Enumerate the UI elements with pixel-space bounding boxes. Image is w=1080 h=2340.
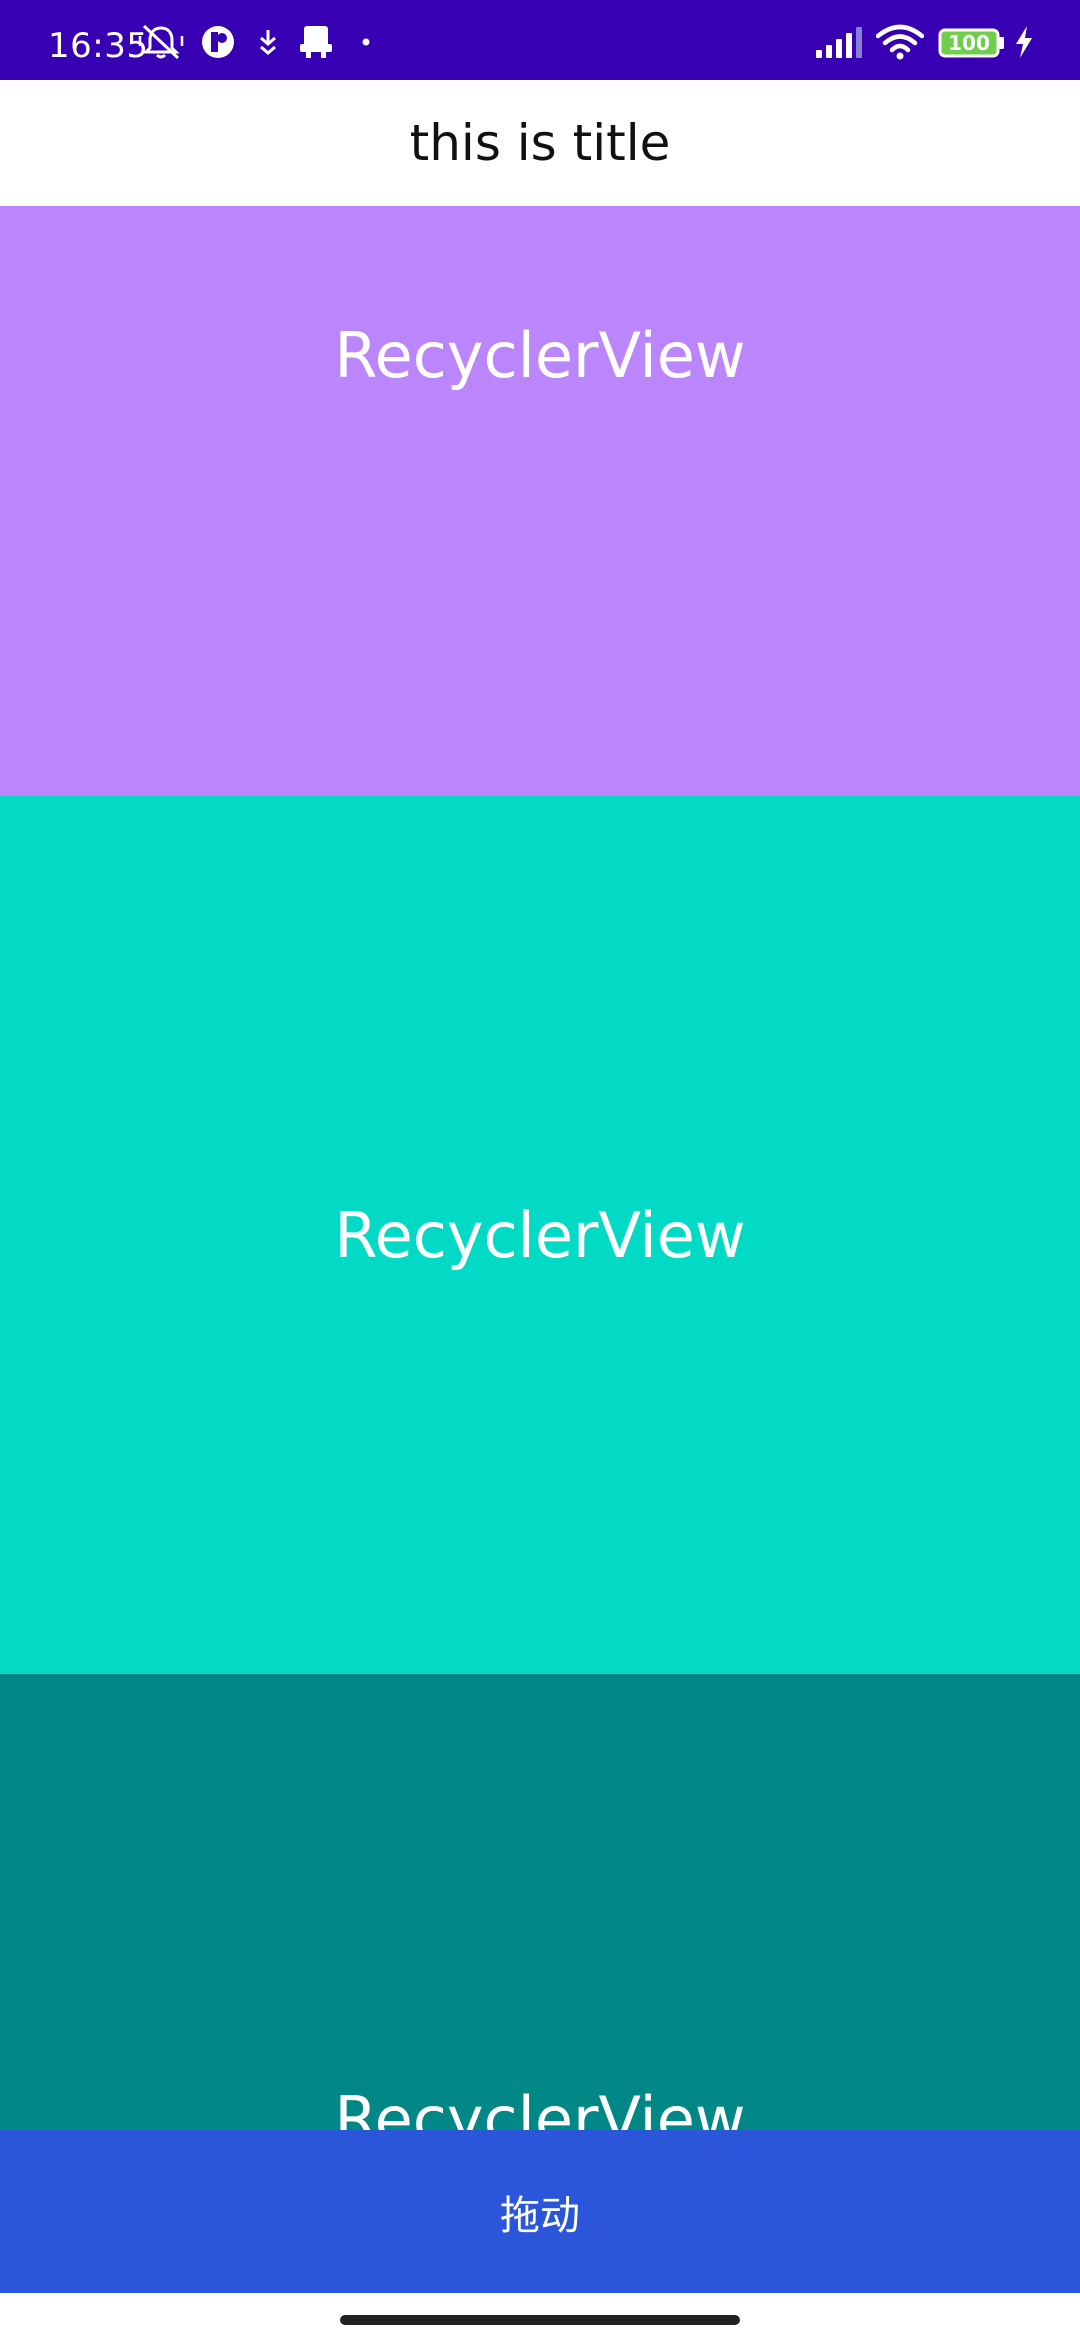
app-notification-icon: [200, 22, 236, 62]
signal-icon: [814, 22, 864, 62]
charging-icon: [1012, 22, 1036, 62]
drag-button-label: 拖动: [500, 2192, 580, 2239]
printer-icon: [298, 22, 334, 62]
status-time: 16:35: [48, 26, 149, 66]
recycler-panel-label: RecyclerView: [334, 1199, 746, 1272]
title-bar: this is title: [0, 80, 1080, 206]
battery-level-text: 100: [948, 31, 990, 55]
page-title: this is title: [409, 114, 671, 172]
app-screen: 16:35 100 this is title RecyclerView Rec…: [0, 0, 1080, 2340]
recycler-panel-label: RecyclerView: [334, 2083, 746, 2130]
status-bar: 16:35 100: [0, 0, 1080, 80]
drag-button[interactable]: 拖动: [0, 2130, 1080, 2293]
navigation-bar: [0, 2293, 1080, 2340]
recycler-panel-1[interactable]: RecyclerView: [0, 206, 1080, 796]
recycler-panel-2[interactable]: RecyclerView: [0, 796, 1080, 1674]
dot-icon: [358, 22, 374, 62]
battery-icon: 100: [938, 22, 1006, 62]
wifi-icon: [876, 22, 924, 62]
recycler-panel-label: RecyclerView: [334, 319, 746, 392]
download-icon: [256, 22, 280, 62]
silent-mode-icon: [138, 22, 184, 62]
home-indicator[interactable]: [340, 2315, 740, 2325]
recycler-panel-3[interactable]: RecyclerView: [0, 1674, 1080, 2130]
